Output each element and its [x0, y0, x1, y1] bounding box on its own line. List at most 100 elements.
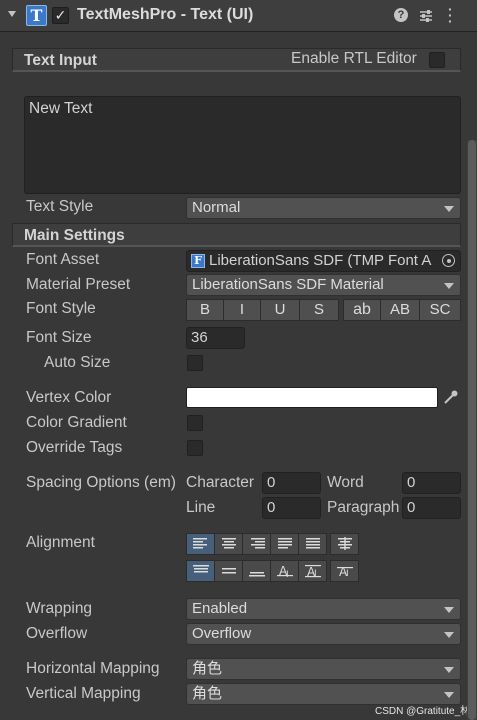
align-baseline-button[interactable]: AI	[270, 560, 299, 582]
chevron-down-icon	[444, 692, 454, 698]
component-header: T ✓ TextMeshPro - Text (UI) ? · · ·	[0, 0, 477, 32]
align-flush-icon	[306, 538, 320, 549]
align-midline-icon: AI	[305, 565, 321, 578]
align-right-icon	[251, 538, 265, 549]
text-input-label: Text Input	[24, 52, 97, 69]
align-geometry-center-button[interactable]	[330, 533, 359, 555]
align-left-icon	[193, 538, 207, 549]
text-input-area[interactable]: New Text	[24, 96, 461, 194]
auto-size-label: Auto Size	[44, 354, 111, 371]
overflow-dropdown[interactable]: Overflow	[186, 623, 461, 645]
align-midline-button[interactable]: AI	[298, 560, 327, 582]
material-preset-label: Material Preset	[26, 276, 131, 293]
font-style-label: Font Style	[26, 300, 96, 317]
vertex-color-label: Vertex Color	[26, 389, 112, 406]
svg-text:I: I	[346, 569, 349, 578]
enabled-checkbox[interactable]: ✓	[52, 7, 69, 24]
align-right-button[interactable]	[242, 533, 271, 555]
align-capline-icon: AI	[337, 565, 353, 578]
scrollbar-track[interactable]	[467, 140, 477, 720]
component-title: TextMeshPro - Text (UI)	[77, 6, 254, 23]
align-geometry-center-icon	[338, 537, 352, 550]
align-flush-button[interactable]	[298, 533, 327, 555]
main-settings-label: Main Settings	[24, 227, 125, 244]
chevron-down-icon	[444, 607, 454, 613]
chevron-down-icon	[444, 206, 454, 212]
rtl-editor-label: Enable RTL Editor	[291, 50, 417, 67]
preset-icon[interactable]	[418, 8, 434, 24]
wrapping-dropdown[interactable]: Enabled	[186, 598, 461, 620]
rtl-editor-checkbox[interactable]	[429, 52, 445, 68]
main-settings-section-header: Main Settings	[12, 223, 461, 247]
align-top-button[interactable]	[186, 560, 215, 582]
material-preset-dropdown[interactable]: LiberationSans SDF Material	[186, 274, 461, 296]
text-style-label: Text Style	[26, 198, 94, 215]
object-picker-icon[interactable]	[438, 251, 460, 271]
chevron-down-icon	[444, 667, 454, 673]
align-bottom-icon	[249, 572, 265, 577]
align-bottom-button[interactable]	[242, 560, 271, 582]
tmp-text-icon: T	[26, 5, 47, 26]
font-size-label: Font Size	[26, 329, 92, 346]
text-input-value: New Text	[29, 100, 93, 117]
spacing-options-label: Spacing Options (em)	[26, 474, 176, 491]
font-asset-label: Font Asset	[26, 251, 100, 268]
paragraph-spacing-label: Paragraph	[327, 499, 399, 516]
align-justified-icon	[278, 538, 292, 549]
align-justified-button[interactable]	[270, 533, 299, 555]
chevron-down-icon	[444, 632, 454, 638]
help-icon[interactable]: ?	[394, 8, 408, 22]
word-spacing-field[interactable]: 0	[402, 472, 461, 494]
horizontal-mapping-dropdown[interactable]: 角色	[186, 658, 461, 680]
font-asset-field[interactable]: F LiberationSans SDF (TMP Font A	[186, 250, 461, 272]
chevron-down-icon	[444, 283, 454, 289]
material-preset-value: LiberationSans SDF Material	[192, 276, 384, 293]
overflow-label: Overflow	[26, 625, 88, 642]
character-spacing-label: Character	[186, 474, 255, 491]
watermark: CSDN @Gratitute_林腾	[375, 706, 477, 717]
align-center-icon	[222, 538, 236, 549]
align-baseline-icon: AI	[277, 564, 293, 578]
align-left-button[interactable]	[186, 533, 215, 555]
text-style-value: Normal	[192, 199, 241, 216]
color-gradient-checkbox[interactable]	[187, 415, 203, 431]
overflow-value: Overflow	[192, 625, 252, 642]
eyedropper-icon[interactable]	[442, 389, 459, 406]
alignment-label: Alignment	[26, 534, 95, 551]
align-top-icon	[193, 565, 209, 573]
font-style-smallcaps-button[interactable]: SC	[419, 299, 461, 321]
paragraph-spacing-field[interactable]: 0	[402, 497, 461, 519]
wrapping-label: Wrapping	[26, 600, 93, 617]
font-size-field[interactable]: 36	[186, 327, 245, 349]
align-middle-button[interactable]	[214, 560, 243, 582]
align-center-button[interactable]	[214, 533, 243, 555]
override-tags-checkbox[interactable]	[187, 440, 203, 456]
horizontal-mapping-value: 角色	[192, 660, 223, 677]
font-style-bold-button[interactable]: B	[186, 299, 224, 321]
color-gradient-label: Color Gradient	[26, 414, 127, 431]
font-style-strikethrough-button[interactable]: S	[299, 299, 339, 321]
line-spacing-field[interactable]: 0	[262, 497, 321, 519]
font-style-underline-button[interactable]: U	[260, 299, 300, 321]
character-spacing-field[interactable]: 0	[262, 472, 321, 494]
align-capline-button[interactable]: AI	[330, 560, 359, 582]
word-spacing-label: Word	[327, 474, 364, 491]
font-style-uppercase-button[interactable]: AB	[380, 299, 420, 321]
vertex-color-swatch[interactable]	[186, 387, 438, 408]
vertical-mapping-label: Vertical Mapping	[26, 685, 141, 702]
scrollbar-thumb[interactable]	[468, 140, 476, 720]
font-style-lowercase-button[interactable]: ab	[343, 299, 381, 321]
auto-size-checkbox[interactable]	[187, 355, 203, 371]
vertical-mapping-value: 角色	[192, 685, 223, 702]
more-icon[interactable]: · · ·	[448, 2, 454, 28]
font-asset-value: LiberationSans SDF (TMP Font A	[209, 252, 432, 269]
override-tags-label: Override Tags	[26, 439, 123, 456]
align-middle-icon	[222, 568, 236, 574]
svg-text:I: I	[286, 570, 289, 578]
text-style-dropdown[interactable]: Normal	[186, 197, 461, 219]
line-spacing-label: Line	[186, 499, 216, 516]
font-style-italic-button[interactable]: I	[223, 299, 261, 321]
font-asset-icon: F	[191, 254, 205, 268]
horizontal-mapping-label: Horizontal Mapping	[26, 660, 160, 677]
foldout-arrow-icon[interactable]	[8, 11, 16, 17]
